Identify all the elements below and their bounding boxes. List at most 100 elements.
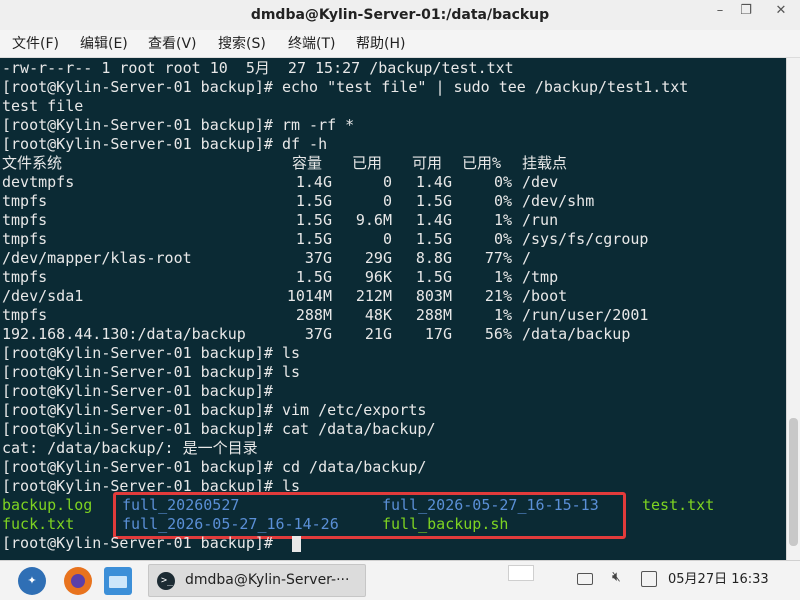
firefox-icon[interactable] bbox=[64, 567, 92, 595]
df-cell: /dev/sda1 bbox=[2, 287, 84, 305]
scrollbar-thumb[interactable] bbox=[789, 418, 798, 546]
df-cell: /dev/shm bbox=[522, 192, 595, 210]
df-cell: 0 bbox=[382, 192, 392, 210]
df-header-size: 容量 bbox=[292, 154, 323, 172]
menu-edit[interactable]: 编辑(E) bbox=[80, 30, 128, 58]
df-cell: 0 bbox=[382, 173, 392, 191]
taskbar: ✦ >_ dmdba@Kylin-Server-··· 🔇︎ 05月27日 16… bbox=[0, 560, 800, 600]
df-cell: 77% bbox=[484, 249, 512, 267]
df-cell: 9.6M bbox=[355, 211, 392, 229]
terminal-line: [root@Kylin-Server-01 backup]# df -h bbox=[2, 135, 328, 153]
terminal-scrollbar[interactable] bbox=[786, 58, 800, 560]
terminal-line: [root@Kylin-Server-01 backup]# bbox=[2, 382, 273, 400]
taskbar-terminal-window[interactable]: >_ dmdba@Kylin-Server-··· bbox=[148, 564, 366, 597]
df-cell: tmpfs bbox=[2, 211, 48, 229]
terminal-line: test file bbox=[2, 97, 84, 115]
df-cell: 0% bbox=[493, 173, 512, 191]
df-cell: 1.5G bbox=[415, 230, 452, 248]
df-cell: tmpfs bbox=[2, 192, 48, 210]
menu-file[interactable]: 文件(F) bbox=[12, 30, 59, 58]
df-cell: 1.5G bbox=[415, 192, 452, 210]
close-button[interactable]: ✕ bbox=[764, 0, 798, 24]
network-icon[interactable] bbox=[641, 571, 657, 587]
df-cell: /run bbox=[522, 211, 559, 229]
df-cell: 1.5G bbox=[415, 268, 452, 286]
df-cell: 803M bbox=[415, 287, 452, 305]
menu-terminal[interactable]: 终端(T) bbox=[288, 30, 335, 58]
highlight-annotation-box bbox=[113, 492, 626, 539]
df-cell: 1.5G bbox=[295, 230, 332, 248]
df-cell: 21G bbox=[364, 325, 392, 343]
df-cell: 1% bbox=[493, 306, 512, 324]
df-cell: 17G bbox=[424, 325, 452, 343]
df-cell: /boot bbox=[522, 287, 568, 305]
df-cell: 37G bbox=[304, 325, 332, 343]
df-cell: /dev/mapper/klas-root bbox=[2, 249, 192, 267]
terminal-output[interactable]: -rw-r--r-- 1 root root 10 5月 27 15:27 /b… bbox=[0, 58, 786, 560]
terminal-prompt: [root@Kylin-Server-01 backup]# bbox=[2, 534, 273, 552]
df-cell: 37G bbox=[304, 249, 332, 267]
minimize-button[interactable]: – bbox=[707, 0, 733, 24]
df-cell: /tmp bbox=[522, 268, 559, 286]
start-menu-icon[interactable]: ✦ bbox=[18, 567, 46, 595]
df-cell: 56% bbox=[484, 325, 512, 343]
df-cell: tmpfs bbox=[2, 230, 48, 248]
df-cell: 1.4G bbox=[415, 211, 452, 229]
df-cell: 1.5G bbox=[295, 268, 332, 286]
df-cell: devtmpfs bbox=[2, 173, 75, 191]
df-cell: 0% bbox=[493, 192, 512, 210]
menu-help[interactable]: 帮助(H) bbox=[356, 30, 405, 58]
df-cell: /run/user/2001 bbox=[522, 306, 649, 324]
clock[interactable]: 05月27日 16:33 bbox=[668, 561, 769, 599]
tray-window-icon[interactable] bbox=[508, 565, 534, 581]
terminal-icon: >_ bbox=[157, 572, 175, 590]
df-cell: 288M bbox=[295, 306, 332, 324]
terminal-line: [root@Kylin-Server-01 backup]# cd /data/… bbox=[2, 458, 427, 476]
terminal-line: [root@Kylin-Server-01 backup]# ls bbox=[2, 344, 301, 362]
terminal-cursor bbox=[292, 536, 301, 552]
df-cell: 1.4G bbox=[295, 173, 332, 191]
df-cell: / bbox=[522, 249, 532, 267]
terminal-line: [root@Kylin-Server-01 backup]# echo "tes… bbox=[2, 78, 689, 96]
df-cell: 192.168.44.130:/data/backup bbox=[2, 325, 246, 343]
menu-search[interactable]: 搜索(S) bbox=[218, 30, 266, 58]
df-header-used: 已用 bbox=[352, 154, 383, 172]
keyboard-icon[interactable] bbox=[577, 573, 593, 585]
ls-file-entry: test.txt bbox=[642, 496, 715, 514]
maximize-button[interactable]: ❐ bbox=[733, 0, 759, 24]
terminal-line: cat: /data/backup/: 是一个目录 bbox=[2, 439, 258, 457]
window-title: dmdba@Kylin-Server-01:/data/backup bbox=[250, 7, 550, 23]
df-header-mounted-on: 挂载点 bbox=[522, 154, 568, 172]
df-cell: 1.5G bbox=[295, 192, 332, 210]
df-cell: 1014M bbox=[286, 287, 332, 305]
df-cell: 48K bbox=[364, 306, 392, 324]
df-cell: /sys/fs/cgroup bbox=[522, 230, 649, 248]
terminal-line: [root@Kylin-Server-01 backup]# vim /etc/… bbox=[2, 401, 427, 419]
df-cell: 1.5G bbox=[295, 211, 332, 229]
df-cell: 0% bbox=[493, 230, 512, 248]
menu-view[interactable]: 查看(V) bbox=[148, 30, 197, 58]
file-manager-icon[interactable] bbox=[104, 567, 132, 595]
menu-bar: 文件(F) 编辑(E) 查看(V) 搜索(S) 终端(T) 帮助(H) bbox=[0, 30, 800, 58]
df-cell: 21% bbox=[484, 287, 512, 305]
df-cell: tmpfs bbox=[2, 268, 48, 286]
ls-file-entry: backup.log bbox=[2, 496, 93, 514]
df-cell: /data/backup bbox=[522, 325, 631, 343]
terminal-line: [root@Kylin-Server-01 backup]# rm -rf * bbox=[2, 116, 355, 134]
df-header-use-percent: 已用% bbox=[462, 154, 502, 172]
df-cell: 0 bbox=[382, 230, 392, 248]
df-cell: 1.4G bbox=[415, 173, 452, 191]
df-cell: 96K bbox=[364, 268, 392, 286]
df-cell: 1% bbox=[493, 211, 512, 229]
df-header-avail: 可用 bbox=[412, 154, 443, 172]
df-cell: 8.8G bbox=[415, 249, 452, 267]
df-cell: 1% bbox=[493, 268, 512, 286]
volume-muted-icon[interactable]: 🔇︎ bbox=[612, 569, 621, 585]
df-header-filesystem: 文件系统 bbox=[2, 154, 63, 172]
title-bar: dmdba@Kylin-Server-01:/data/backup – ❐ ✕ bbox=[0, 0, 800, 30]
taskbar-terminal-label: dmdba@Kylin-Server-··· bbox=[185, 572, 350, 588]
df-cell: 212M bbox=[355, 287, 392, 305]
df-cell: 29G bbox=[364, 249, 392, 267]
terminal-line: [root@Kylin-Server-01 backup]# cat /data… bbox=[2, 420, 436, 438]
df-cell: tmpfs bbox=[2, 306, 48, 324]
